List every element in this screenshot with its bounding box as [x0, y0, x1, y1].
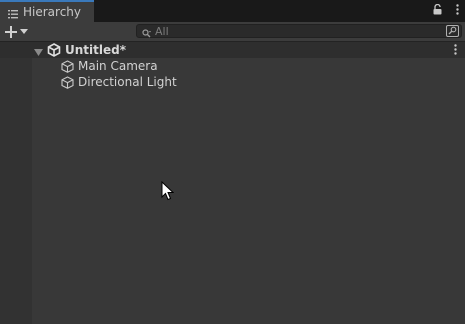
- scene-row[interactable]: Untitled*: [0, 42, 465, 58]
- list-icon: [8, 8, 18, 18]
- tab-title: Hierarchy: [23, 5, 82, 19]
- hierarchy-item-label: Directional Light: [78, 75, 177, 89]
- hierarchy-item-directional-light[interactable]: Directional Light: [32, 74, 465, 90]
- lock-icon[interactable]: [433, 3, 442, 18]
- hierarchy-gutter: [0, 42, 32, 324]
- gameobject-cube-icon: [61, 76, 74, 92]
- search-scope-icon[interactable]: [446, 25, 459, 37]
- scene-name: Untitled*: [65, 43, 126, 57]
- add-gameobject-button[interactable]: [5, 24, 33, 39]
- search-field[interactable]: All: [136, 24, 462, 38]
- search-icon: [142, 27, 152, 41]
- tab-menu-icon[interactable]: [456, 4, 459, 18]
- caret-down-icon: [20, 28, 28, 34]
- hierarchy-item-label: Main Camera: [78, 59, 158, 73]
- search-placeholder: All: [155, 25, 169, 38]
- tab-bar: Hierarchy: [0, 0, 465, 22]
- hierarchy-item-main-camera[interactable]: Main Camera: [32, 58, 465, 74]
- mouse-cursor-icon: [161, 180, 175, 204]
- scene-menu-icon[interactable]: [454, 44, 457, 58]
- plus-icon: [5, 25, 17, 38]
- hierarchy-toolbar: All: [0, 22, 465, 42]
- tab-hierarchy[interactable]: Hierarchy: [0, 0, 94, 22]
